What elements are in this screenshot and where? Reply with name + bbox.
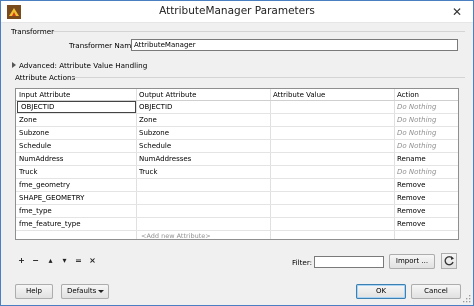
cell-output-attribute[interactable]: Schedule — [136, 140, 270, 152]
cell-input-attribute[interactable]: Subzone — [16, 127, 136, 139]
cell-output-attribute[interactable] — [136, 218, 270, 230]
cell-action[interactable]: Do Nothing — [394, 140, 458, 152]
cell-output-attribute[interactable]: Zone — [136, 114, 270, 126]
chevron-down-icon — [98, 290, 104, 293]
dialog-window: AttributeManager Parameters ✕ Transforme… — [0, 0, 474, 306]
cell-attribute-value[interactable] — [270, 101, 394, 113]
cell-action[interactable]: Do Nothing — [394, 114, 458, 126]
cell-action[interactable]: Do Nothing — [394, 127, 458, 139]
defaults-dropdown-button[interactable]: Defaults — [61, 284, 109, 299]
cell-input-attribute[interactable]: fme_type — [16, 205, 136, 217]
table-row[interactable]: Zone Zone Do Nothing — [16, 114, 458, 127]
table-row[interactable]: Subzone Subzone Do Nothing — [16, 127, 458, 140]
table-header: Input Attribute Output Attribute Attribu… — [16, 89, 458, 101]
cell-input-attribute[interactable]: fme_geometry — [16, 179, 136, 191]
cell-action[interactable]: Rename — [394, 153, 458, 165]
add-new-attribute-row[interactable]: <Add new Attribute> — [141, 232, 211, 239]
cell-attribute-value[interactable] — [270, 218, 394, 230]
table-row[interactable]: Schedule Schedule Do Nothing — [16, 140, 458, 153]
cell-attribute-value[interactable] — [270, 127, 394, 139]
table-row[interactable]: Truck Truck Do Nothing — [16, 166, 458, 179]
refresh-button[interactable] — [441, 253, 457, 269]
defaults-label: Defaults — [67, 287, 97, 295]
cell-attribute-value[interactable] — [270, 166, 394, 178]
add-row-button[interactable]: + — [17, 256, 26, 265]
transformer-section-label: Transformer — [11, 27, 55, 36]
clear-rows-button[interactable]: × — [88, 256, 97, 265]
cell-action[interactable]: Remove — [394, 218, 458, 230]
filter-input[interactable] — [314, 256, 384, 268]
expand-triangle-icon[interactable] — [12, 62, 16, 68]
help-button[interactable]: Help — [15, 284, 53, 299]
ok-button[interactable]: OK — [356, 284, 406, 299]
window-title: AttributeManager Parameters — [159, 5, 315, 17]
cell-output-attribute[interactable]: OBJECTID — [136, 101, 270, 113]
cell-output-attribute[interactable] — [136, 205, 270, 217]
table-row[interactable]: fme_feature_type Remove — [16, 218, 458, 231]
cell-output-attribute[interactable]: NumAddresses — [136, 153, 270, 165]
cell-input-attribute[interactable]: Schedule — [16, 140, 136, 152]
close-icon[interactable]: ✕ — [449, 5, 465, 19]
cell-attribute-value[interactable] — [270, 153, 394, 165]
cell-attribute-value[interactable] — [270, 140, 394, 152]
cell-output-attribute[interactable]: Subzone — [136, 127, 270, 139]
attribute-actions-label: Attribute Actions — [15, 73, 76, 82]
cell-action[interactable]: Remove — [394, 179, 458, 191]
table-row[interactable]: fme_type Remove — [16, 205, 458, 218]
resize-grip-icon[interactable] — [463, 295, 471, 303]
cell-output-attribute[interactable] — [136, 179, 270, 191]
cancel-button[interactable]: Cancel — [411, 284, 461, 299]
cell-input-attribute[interactable]: SHAPE_GEOMETRY — [16, 192, 136, 204]
cell-attribute-value[interactable] — [270, 192, 394, 204]
transformer-name-input[interactable]: AttributeManager — [131, 39, 458, 51]
column-header-value[interactable]: Attribute Value — [270, 89, 394, 101]
cell-input-attribute[interactable]: fme_feature_type — [16, 218, 136, 230]
refresh-icon — [444, 256, 454, 266]
table-row[interactable]: OBJECTID OBJECTID Do Nothing — [16, 101, 458, 114]
cell-action[interactable]: Remove — [394, 192, 458, 204]
cell-attribute-value[interactable] — [270, 179, 394, 191]
title-bar[interactable]: AttributeManager Parameters ✕ — [1, 1, 473, 23]
cell-input-attribute[interactable]: Truck — [16, 166, 136, 178]
table-row[interactable]: NumAddress NumAddresses Rename — [16, 153, 458, 166]
cell-action[interactable]: Remove — [394, 205, 458, 217]
cell-input-attribute[interactable]: OBJECTID — [17, 101, 136, 113]
move-up-button[interactable]: ▴ — [46, 256, 55, 265]
section-divider — [53, 31, 465, 32]
column-header-input[interactable]: Input Attribute — [16, 89, 136, 101]
remove-row-button[interactable]: − — [31, 256, 40, 265]
transformer-name-label: Transformer Name: — [69, 41, 139, 50]
cell-input-attribute[interactable]: Zone — [16, 114, 136, 126]
table-row[interactable]: SHAPE_GEOMETRY Remove — [16, 192, 458, 205]
cell-output-attribute[interactable]: Truck — [136, 166, 270, 178]
import-button[interactable]: Import ... — [389, 254, 435, 269]
cell-action[interactable]: Do Nothing — [394, 101, 458, 113]
cell-attribute-value[interactable] — [270, 205, 394, 217]
table-row[interactable]: fme_geometry Remove — [16, 179, 458, 192]
cell-action[interactable]: Do Nothing — [394, 166, 458, 178]
filter-label: Filter: — [292, 258, 313, 267]
cell-attribute-value[interactable] — [270, 114, 394, 126]
column-header-output[interactable]: Output Attribute — [136, 89, 270, 101]
advanced-section-toggle[interactable]: Advanced: Attribute Value Handling — [19, 61, 147, 70]
move-down-button[interactable]: ▾ — [60, 256, 69, 265]
cell-input-attribute[interactable]: NumAddress — [16, 153, 136, 165]
section-divider — [71, 77, 465, 78]
column-header-action[interactable]: Action — [394, 89, 458, 101]
duplicate-row-button[interactable]: = — [74, 256, 83, 265]
cell-output-attribute[interactable] — [136, 192, 270, 204]
attribute-table[interactable]: Input Attribute Output Attribute Attribu… — [15, 88, 459, 240]
